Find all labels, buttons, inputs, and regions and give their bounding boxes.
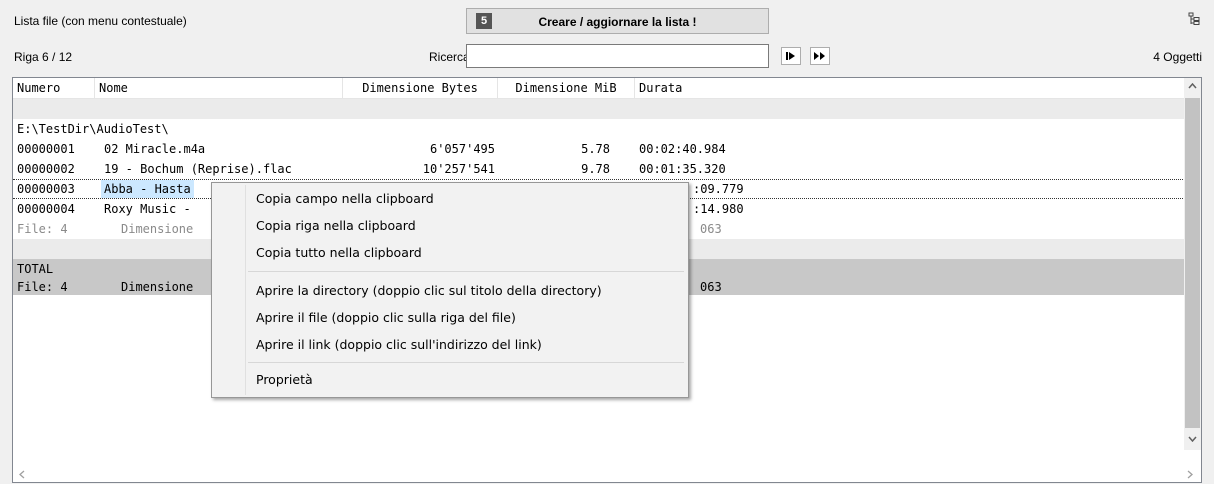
scroll-down-icon[interactable] — [1188, 436, 1197, 442]
cell-numero: 00000001 — [17, 142, 75, 156]
menu-separator — [248, 271, 684, 272]
horizontal-scrollbar[interactable] — [13, 465, 1201, 482]
cell-nome: Roxy Music - — [104, 202, 191, 216]
menu-item-open-file[interactable]: Aprire il file (doppio clic sulla riga d… — [256, 306, 516, 330]
scroll-up-icon[interactable] — [1188, 83, 1197, 89]
column-header-bytes[interactable]: Dimensione Bytes — [343, 78, 498, 98]
cell-mib: 9.78 — [581, 162, 610, 176]
find-next-button[interactable] — [781, 47, 801, 65]
list-title: Lista file (con menu contestuale) — [14, 14, 187, 28]
summary-dimension: Dimensione — [121, 222, 194, 236]
menu-item-open-directory[interactable]: Aprire la directory (doppio clic sul tit… — [256, 279, 602, 303]
column-header-nome[interactable]: Nome — [95, 78, 343, 98]
create-list-label: Creare / aggiornare la lista ! — [538, 15, 697, 29]
total-files: File: 4 — [17, 280, 68, 294]
directory-path: E:\TestDir\AudioTest\ — [17, 122, 169, 136]
tree-view-icon[interactable] — [1188, 12, 1200, 26]
menu-separator — [248, 362, 684, 363]
cell-durata: :14.980 — [693, 202, 744, 216]
column-header-numero[interactable]: Numero — [13, 78, 95, 98]
cell-nome: 19 - Bochum (Reprise).flac — [104, 162, 292, 176]
total-label: TOTAL — [17, 262, 54, 276]
play-next-icon — [786, 52, 795, 60]
cell-durata: 00:02:40.984 — [639, 142, 726, 156]
table-header: Numero Nome Dimensione Bytes Dimensione … — [13, 78, 1185, 99]
cell-mib: 5.78 — [581, 142, 610, 156]
blank-row — [13, 99, 1185, 119]
cell-numero: 00000003 — [17, 182, 75, 196]
menu-item-copy-row[interactable]: Copia riga nella clipboard — [256, 214, 416, 238]
cell-numero: 00000002 — [17, 162, 75, 176]
fast-forward-icon — [814, 52, 825, 60]
cell-nome-selected: Abba - Hasta — [101, 180, 194, 198]
menu-item-properties[interactable]: Proprietà — [256, 368, 313, 392]
cell-durata: :09.779 — [693, 182, 744, 196]
menu-gutter — [245, 185, 246, 395]
cell-numero: 00000004 — [17, 202, 75, 216]
row-status: Riga 6 / 12 — [14, 50, 73, 64]
find-all-button[interactable] — [810, 47, 830, 65]
scroll-right-icon[interactable] — [1187, 470, 1193, 479]
context-menu[interactable]: Copia campo nella clipboard Copia riga n… — [211, 182, 689, 398]
search-input[interactable] — [466, 44, 769, 68]
table-row[interactable]: 00000002 19 - Bochum (Reprise).flac 10'2… — [13, 159, 1185, 179]
menu-item-copy-all[interactable]: Copia tutto nella clipboard — [256, 241, 422, 265]
cell-durata: 00:01:35.320 — [639, 162, 726, 176]
summary-tail: 063 — [700, 222, 722, 236]
menu-item-copy-field[interactable]: Copia campo nella clipboard — [256, 187, 434, 211]
total-dimension: Dimensione — [121, 280, 194, 294]
column-header-mib[interactable]: Dimensione MiB — [498, 78, 635, 98]
cell-bytes: 6'057'495 — [429, 142, 495, 156]
objects-count: 4 Oggetti — [1153, 50, 1202, 64]
column-header-durata[interactable]: Durata — [635, 78, 1185, 98]
menu-item-open-link[interactable]: Aprire il link (doppio clic sull'indiriz… — [256, 333, 542, 357]
cell-nome: 02 Miracle.m4a — [104, 142, 206, 156]
total-tail: 063 — [700, 280, 722, 294]
table-row[interactable]: 00000001 02 Miracle.m4a 6'057'495 5.78 0… — [13, 139, 1185, 159]
vertical-scroll-thumb[interactable] — [1185, 98, 1200, 428]
scroll-left-icon[interactable] — [19, 470, 25, 479]
search-label: Ricerca — [429, 50, 470, 64]
cell-bytes: 10'257'541 — [422, 162, 495, 176]
create-update-list-button[interactable]: 5 Creare / aggiornare la lista ! — [466, 8, 769, 34]
directory-row[interactable]: E:\TestDir\AudioTest\ — [13, 119, 1185, 139]
summary-files: File: 4 — [17, 222, 68, 236]
vertical-scrollbar[interactable] — [1184, 78, 1201, 450]
